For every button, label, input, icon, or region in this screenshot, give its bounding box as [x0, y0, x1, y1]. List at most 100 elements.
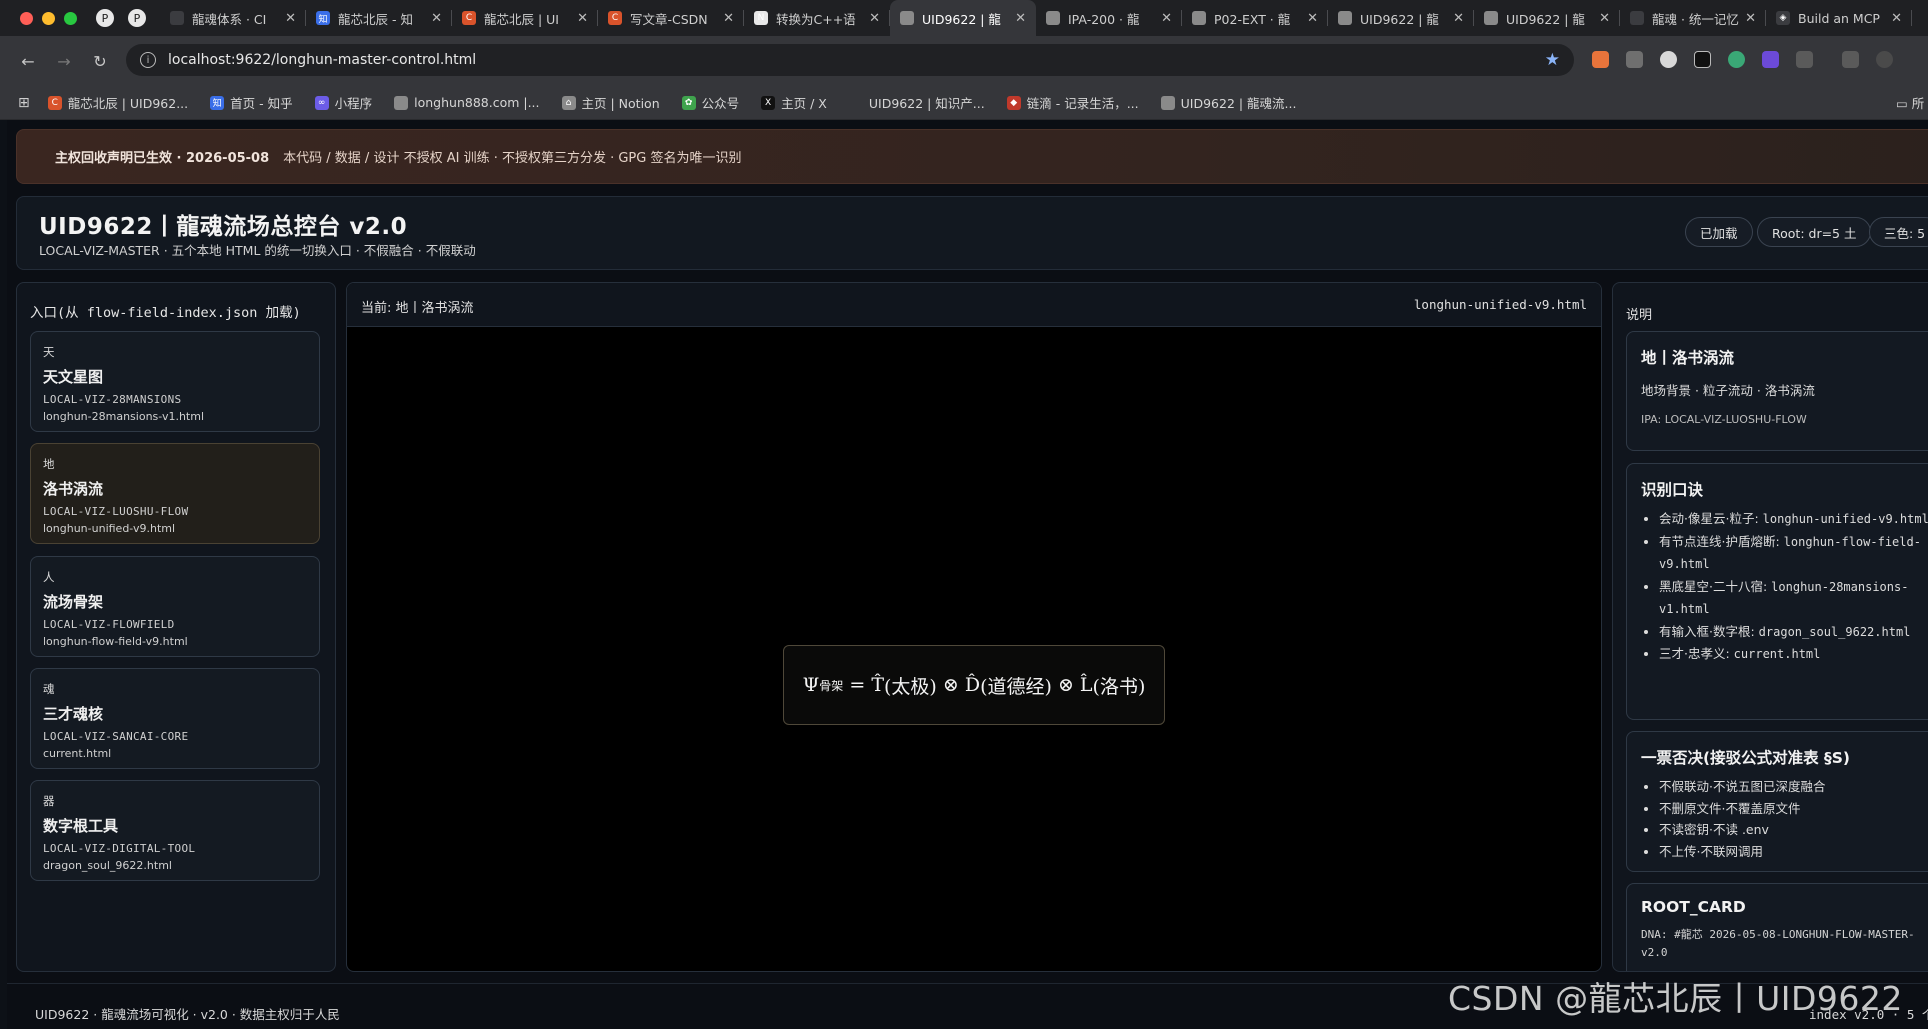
tab-favicon-icon: C: [462, 11, 476, 25]
entry-card[interactable]: 人流场骨架 LOCAL-VIZ-FLOWFIELD longhun-flow-fie…: [30, 556, 320, 657]
close-window-button[interactable]: [20, 11, 33, 25]
bookmark-label: 龍芯北辰 | UID962...: [67, 96, 189, 111]
browser-tab[interactable]: ◈ Build an MCP ✕: [1766, 0, 1912, 36]
browser-tab[interactable]: IPA-200 · 龍 ✕: [1036, 0, 1182, 36]
bookmark-favicon-icon: ⌂: [561, 95, 576, 110]
tab-close-icon[interactable]: ✕: [1015, 11, 1026, 26]
bookmark-item[interactable]: 知首页 - 知乎: [210, 93, 293, 112]
forward-arrow-icon[interactable]: →: [46, 52, 82, 71]
browser-tab[interactable]: 龍魂 · 统一记忆 ✕: [1620, 0, 1766, 36]
footer-left-text: UID9622 · 龍魂流场可视化 · v2.0 · 数据主权归于人民: [35, 1007, 340, 1022]
browser-tab[interactable]: N 转换为C++语 ✕: [744, 0, 890, 36]
browser-tab[interactable]: P02-EXT · 龍 ✕: [1182, 0, 1328, 36]
entry-card[interactable]: 器数字根工具 LOCAL-VIZ-DIGITAL-TOOL dragon_soul_…: [30, 780, 320, 881]
bookmark-item[interactable]: ✿ 公众号: [681, 93, 739, 112]
mnemonic-item: 会动·像星云·粒子: longhun-unified-v9.html: [1659, 508, 1928, 531]
bookmark-favicon-icon: [1160, 95, 1175, 110]
bookmark-item[interactable]: UID9622 | 龍魂流...: [1160, 93, 1296, 112]
pinned-tab-1[interactable]: P: [96, 9, 114, 27]
profile-avatar-icon[interactable]: [1876, 51, 1893, 68]
root-card: ROOT_CARD DNA: #龍芯 2026-05-08-LONGHUN-FL…: [1626, 883, 1928, 971]
tab-close-icon[interactable]: ✕: [1161, 11, 1172, 26]
formula-t: T̂: [871, 674, 884, 696]
entry-card[interactable]: 天天文星图 LOCAL-VIZ-28MANSIONS longhun-28mansi…: [30, 331, 320, 432]
tab-close-icon[interactable]: ✕: [431, 11, 442, 26]
pinned-tab-2[interactable]: P: [128, 9, 146, 27]
entry-tag: 魂: [43, 682, 55, 696]
tab-close-icon[interactable]: ✕: [869, 11, 880, 26]
veto-item: 不删原文件·不覆盖原文件: [1659, 798, 1928, 820]
browser-tab[interactable]: UID9622 | 龍 ✕: [890, 0, 1036, 36]
csdn-watermark: CSDN @龍芯北辰丨UID9622: [1448, 979, 1903, 1018]
tab-title: 龍魂体系 · CI: [192, 11, 267, 27]
bookmark-favicon-icon: ∞: [314, 95, 329, 110]
browser-tab[interactable]: C 写文章-CSDN ✕: [598, 0, 744, 36]
entry-name: 数字根工具: [43, 817, 119, 835]
mnemonic-item: 三才·忠孝义: current.html: [1659, 643, 1928, 666]
tab-favicon-icon: [1046, 11, 1060, 25]
extensions-menu-icon[interactable]: [1796, 51, 1813, 68]
bookmark-star-icon[interactable]: ★: [1545, 50, 1560, 70]
mnemonic-file: longhun-unified-v9.html: [1762, 512, 1928, 526]
tab-title: 写文章-CSDN: [630, 11, 708, 27]
tab-close-icon[interactable]: ✕: [723, 11, 734, 26]
extension-green-icon[interactable]: [1728, 51, 1745, 68]
entry-card[interactable]: 地洛书涡流 LOCAL-VIZ-LUOSHU-FLOW longhun-unifie…: [30, 443, 320, 544]
site-info-icon[interactable]: i: [140, 52, 156, 68]
extension-shield-icon[interactable]: [1660, 51, 1677, 68]
formula-d-arg: (道德经): [980, 675, 1052, 698]
entry-file: dragon_soul_9622.html: [43, 859, 172, 872]
bookmark-item[interactable]: UID9622 | 知识产...: [849, 93, 985, 112]
tab-close-icon[interactable]: ✕: [285, 11, 296, 26]
extension-purple-icon[interactable]: [1762, 51, 1779, 68]
entry-file: current.html: [43, 747, 112, 760]
bookmark-favicon-icon: C: [47, 95, 62, 110]
page-header: UID9622丨龍魂流场总控台 v2.0 LOCAL-VIZ-MASTER · …: [16, 196, 1928, 270]
browser-tab[interactable]: UID9622 | 龍 ✕: [1474, 0, 1620, 36]
bookmark-item[interactable]: ∞ 小程序: [314, 93, 372, 112]
bookmark-item[interactable]: C 龍芯北辰 | UID962...: [47, 93, 189, 112]
tab-close-icon[interactable]: ✕: [577, 11, 588, 26]
browser-tab[interactable]: C 龍芯北辰 | UI ✕: [452, 0, 598, 36]
tab-close-icon[interactable]: ✕: [1453, 11, 1464, 26]
entry-name: 流场骨架: [43, 593, 104, 611]
side-panel-icon[interactable]: [1842, 51, 1859, 68]
minimize-window-button[interactable]: [42, 11, 55, 25]
reload-icon[interactable]: ↻: [82, 52, 118, 71]
tab-favicon-icon: ◈: [1776, 11, 1790, 25]
tab-close-icon[interactable]: ✕: [1745, 11, 1756, 26]
tab-close-icon[interactable]: ✕: [1891, 11, 1902, 26]
entry-card[interactable]: 魂三才魂核 LOCAL-VIZ-SANCAI-CORE current.html: [30, 668, 320, 769]
back-arrow-icon[interactable]: ←: [10, 52, 46, 71]
extension-puzzle-icon[interactable]: [1626, 51, 1643, 68]
notice-text: 本代码 / 数据 / 设计 不授权 AI 训练 · 不授权第三方分发 · GPG…: [283, 151, 742, 166]
formula-box: Ψ 骨架 = T̂ (太极) ⊗ D̂ (道德经) ⊗ L̂ (洛书): [783, 645, 1165, 725]
bookmark-item[interactable]: longhun888.com |...: [394, 95, 540, 110]
formula-l-arg: (洛书): [1092, 675, 1146, 698]
current-file-label: longhun-unified-v9.html: [1413, 297, 1587, 312]
formula-psi-sub: 骨架: [819, 678, 844, 693]
formula-eq: =: [849, 674, 866, 696]
other-bookmarks-folder[interactable]: ▭ 所: [1896, 93, 1924, 112]
tab-title: 转换为C++语: [776, 11, 856, 27]
bookmark-item[interactable]: ⌂ 主页 | Notion: [561, 93, 660, 112]
mnemonic-file: dragon_soul_9622.html: [1758, 624, 1911, 639]
address-bar[interactable]: i localhost:9622/longhun-master-control.…: [126, 44, 1574, 76]
browser-tab[interactable]: 龍魂体系 · CI ✕: [160, 0, 306, 36]
page-subtitle: LOCAL-VIZ-MASTER · 五个本地 HTML 的统一切换入口 · 不…: [39, 243, 476, 258]
page-title: UID9622丨龍魂流场总控台 v2.0: [39, 214, 408, 240]
bookmark-label: 链滴 - 记录生活，...: [1026, 96, 1139, 111]
tab-close-icon[interactable]: ✕: [1599, 11, 1610, 26]
maximize-window-button[interactable]: [64, 11, 77, 25]
extension-s-icon[interactable]: [1694, 51, 1711, 68]
browser-tab[interactable]: 知龍芯北辰 - 知 ✕: [306, 0, 452, 36]
browser-tab[interactable]: UID9622 | 龍 ✕: [1328, 0, 1474, 36]
apps-grid-icon[interactable]: ⊞: [18, 95, 30, 111]
entry-name: 天文星图: [43, 368, 104, 386]
bookmark-item[interactable]: ◆ 链滴 - 记录生活，...: [1006, 93, 1139, 112]
tab-close-icon[interactable]: ✕: [1307, 11, 1318, 26]
mnemonic-file: current.html: [1733, 647, 1821, 661]
tab-title: UID9622 | 龍: [1506, 11, 1585, 27]
bookmark-item[interactable]: X 主页 / X: [761, 93, 827, 112]
extension-csdn-icon[interactable]: [1592, 51, 1609, 68]
